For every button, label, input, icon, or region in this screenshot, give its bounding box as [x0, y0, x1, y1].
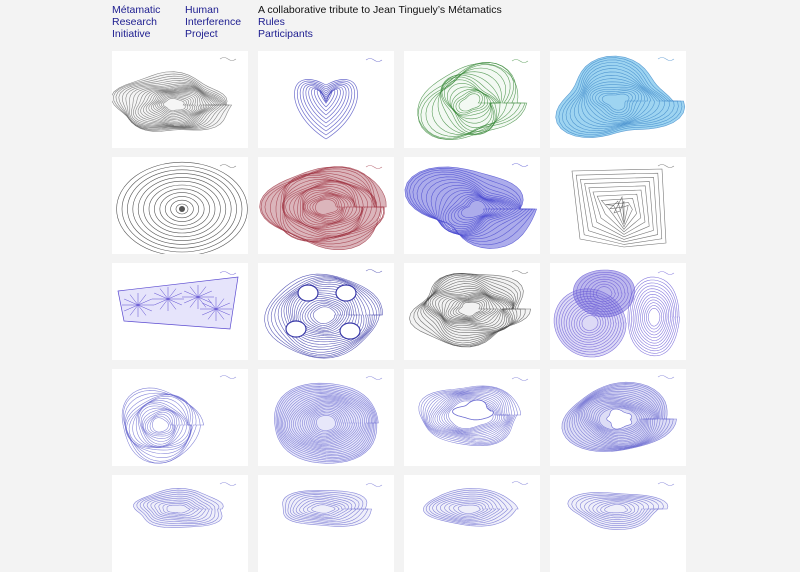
drawing-thumbnail[interactable]	[404, 51, 540, 148]
drawing-thumbnail[interactable]	[550, 263, 686, 360]
drawing-image	[259, 165, 387, 250]
site-title-link[interactable]: Métamatic Research Initiative	[112, 4, 160, 40]
drawing-image	[553, 269, 680, 358]
drawing-image	[561, 375, 677, 452]
drawing-thumbnail[interactable]	[404, 369, 540, 466]
drawing-thumbnail[interactable]	[550, 51, 686, 148]
drawing-image	[555, 55, 686, 138]
drawing-thumbnail[interactable]	[258, 157, 394, 254]
drawing-thumbnail[interactable]	[112, 369, 248, 466]
drawing-image	[409, 270, 531, 348]
drawing-image	[294, 58, 383, 140]
drawing-image	[133, 482, 237, 528]
intro-column: A collaborative tribute to Jean Tinguely…	[258, 4, 502, 40]
drawing-image	[112, 57, 237, 132]
drawing-image	[423, 481, 529, 527]
drawing-image	[418, 377, 529, 446]
rules-link[interactable]: Rules	[258, 16, 502, 28]
project-title-line-3[interactable]: Project	[185, 28, 241, 40]
drawing-image	[282, 483, 383, 527]
drawing-thumbnail[interactable]	[404, 157, 540, 254]
project-title-line-1[interactable]: Human	[185, 4, 241, 16]
drawing-image	[567, 482, 675, 530]
drawing-image	[404, 163, 538, 249]
drawing-thumbnail[interactable]	[404, 475, 540, 572]
drawing-thumbnail[interactable]	[258, 51, 394, 148]
drawing-image	[274, 376, 383, 464]
drawing-thumbnail[interactable]	[550, 369, 686, 466]
project-title-link[interactable]: Human Interference Project	[185, 4, 241, 40]
drawing-thumbnail[interactable]	[404, 263, 540, 360]
site-title-line-1[interactable]: Métamatic	[112, 4, 160, 16]
site-title-line-2[interactable]: Research	[112, 16, 160, 28]
drawing-thumbnail[interactable]	[258, 475, 394, 572]
tagline: A collaborative tribute to Jean Tinguely…	[258, 4, 502, 16]
drawing-thumbnail[interactable]	[550, 475, 686, 572]
drawing-image	[117, 271, 239, 330]
site-title-line-3[interactable]: Initiative	[112, 28, 160, 40]
drawing-image	[121, 375, 237, 464]
participants-link[interactable]: Participants	[258, 28, 502, 40]
drawing-thumbnail[interactable]	[550, 157, 686, 254]
drawing-thumbnail[interactable]	[258, 369, 394, 466]
drawing-image	[116, 161, 248, 254]
drawing-thumbnail[interactable]	[112, 157, 248, 254]
drawing-image	[571, 164, 675, 248]
drawing-image	[264, 269, 383, 359]
project-title-line-2[interactable]: Interference	[185, 16, 241, 28]
drawing-image	[417, 59, 529, 140]
drawing-thumbnail[interactable]	[112, 51, 248, 148]
drawing-thumbnail[interactable]	[112, 475, 248, 572]
drawing-thumbnail[interactable]	[258, 263, 394, 360]
drawing-thumbnail[interactable]	[112, 263, 248, 360]
